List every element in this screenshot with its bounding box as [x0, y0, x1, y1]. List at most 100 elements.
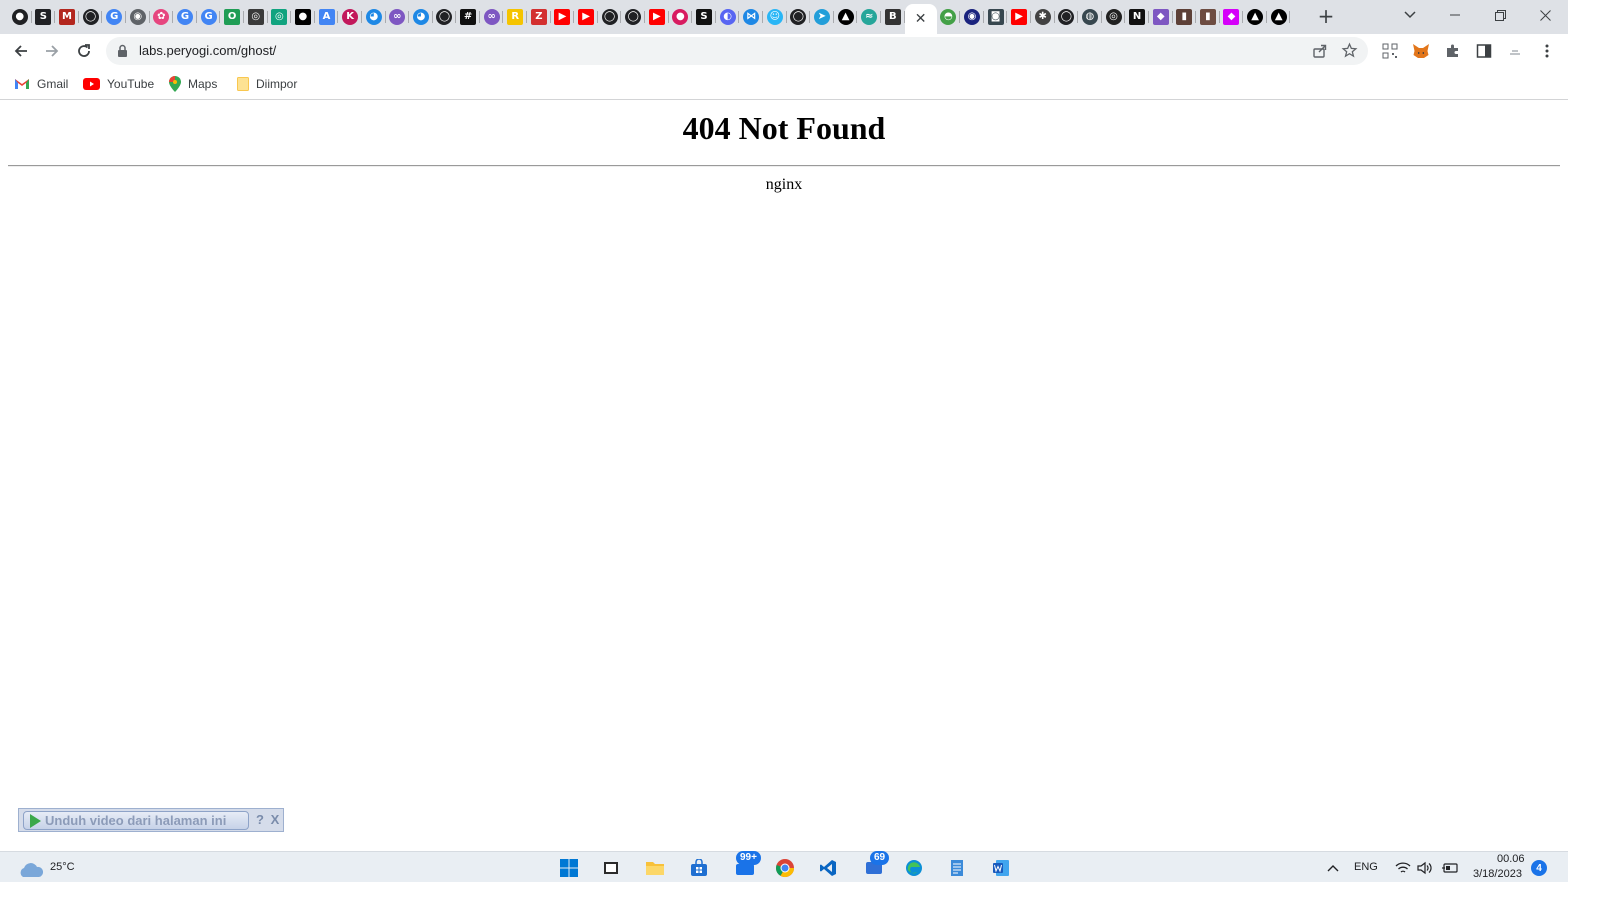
tab[interactable]: ◯: [433, 4, 457, 30]
tab[interactable]: M: [55, 4, 79, 30]
tab[interactable]: ◐: [716, 4, 740, 30]
tab[interactable]: S: [692, 4, 716, 30]
metamask-extension-button[interactable]: [1411, 41, 1431, 61]
taskbar-word[interactable]: [990, 857, 1012, 879]
reload-button[interactable]: [72, 39, 96, 63]
notification-center-button[interactable]: 4: [1531, 860, 1547, 876]
tab[interactable]: ☺: [763, 4, 787, 30]
tab[interactable]: ◯: [1055, 4, 1079, 30]
tab[interactable]: O: [220, 4, 244, 30]
taskbar-app-document[interactable]: [946, 857, 968, 879]
share-icon[interactable]: [1312, 43, 1328, 59]
tab[interactable]: #: [456, 4, 480, 30]
tab-search-button[interactable]: [1390, 0, 1430, 30]
tab[interactable]: ◯: [598, 4, 622, 30]
show-hidden-icons-button[interactable]: [1322, 857, 1344, 879]
tab[interactable]: ∞: [480, 4, 504, 30]
side-panel-button[interactable]: [1474, 41, 1494, 61]
tab[interactable]: ●: [669, 4, 693, 30]
tab[interactable]: ◙: [984, 4, 1008, 30]
download-video-button[interactable]: Unduh video dari halaman ini: [23, 811, 249, 830]
tab[interactable]: ◎: [268, 4, 292, 30]
tab[interactable]: G: [173, 4, 197, 30]
start-button[interactable]: [558, 857, 580, 879]
new-tab-button[interactable]: +: [1316, 5, 1336, 27]
tab[interactable]: ◓: [937, 4, 961, 30]
bookmark-gmail[interactable]: Gmail: [14, 74, 68, 94]
qr-extension-button[interactable]: [1380, 41, 1400, 61]
tab[interactable]: ◆: [1149, 4, 1173, 30]
tab[interactable]: ✱: [1031, 4, 1055, 30]
taskbar-store[interactable]: [688, 857, 710, 879]
taskbar-teams-chat[interactable]: 69: [864, 851, 890, 879]
clock-date[interactable]: 3/18/2023: [1473, 868, 1522, 880]
tab[interactable]: ◕: [409, 4, 433, 30]
tab[interactable]: K: [338, 4, 362, 30]
taskbar-vscode[interactable]: [817, 857, 839, 879]
tab[interactable]: ◍: [1078, 4, 1102, 30]
profile-button[interactable]: [1505, 41, 1525, 61]
weather-widget[interactable]: [18, 859, 44, 881]
bookmark-youtube[interactable]: YouTube: [83, 74, 154, 94]
tab[interactable]: ∞: [386, 4, 410, 30]
tab[interactable]: ▮: [1196, 4, 1220, 30]
tab[interactable]: ◕: [362, 4, 386, 30]
tab[interactable]: ✿: [150, 4, 174, 30]
taskbar-chrome[interactable]: [774, 857, 796, 879]
tab[interactable]: ▲: [1267, 4, 1291, 30]
tab[interactable]: B: [881, 4, 905, 30]
download-help-button[interactable]: ?: [253, 812, 267, 828]
taskbar-edge[interactable]: [903, 857, 925, 879]
tab[interactable]: ▶: [551, 4, 575, 30]
tab[interactable]: ▲: [834, 4, 858, 30]
bookmark-folder-diimpor[interactable]: Diimpor: [237, 74, 297, 94]
tab[interactable]: ◯: [79, 4, 103, 30]
tab[interactable]: ▶: [645, 4, 669, 30]
tab[interactable]: ◉: [126, 4, 150, 30]
tab[interactable]: ▶: [1007, 4, 1031, 30]
tab[interactable]: ▮: [1173, 4, 1197, 30]
tab[interactable]: A: [315, 4, 339, 30]
volume-status[interactable]: [1414, 857, 1436, 879]
tab[interactable]: ◎: [244, 4, 268, 30]
wifi-status[interactable]: [1392, 857, 1414, 879]
tab[interactable]: ◯: [621, 4, 645, 30]
tab[interactable]: ≈: [857, 4, 881, 30]
forward-button[interactable]: [40, 39, 64, 63]
tab[interactable]: ◎: [1102, 4, 1126, 30]
taskbar-mail[interactable]: 99+: [734, 851, 761, 879]
tab[interactable]: Z: [527, 4, 551, 30]
download-close-button[interactable]: X: [268, 812, 282, 828]
close-window-button[interactable]: [1525, 0, 1565, 30]
bookmark-star-icon[interactable]: [1341, 42, 1358, 59]
tab[interactable]: ◯: [787, 4, 811, 30]
back-button[interactable]: [9, 39, 33, 63]
tab[interactable]: ◉: [960, 4, 984, 30]
tab[interactable]: ●: [8, 4, 32, 30]
clock-time[interactable]: 00.06: [1497, 853, 1525, 865]
tab[interactable]: R: [503, 4, 527, 30]
url-text[interactable]: labs.peryogi.com/ghost/: [139, 43, 276, 58]
tab[interactable]: S: [32, 4, 56, 30]
lock-icon[interactable]: [117, 44, 128, 58]
battery-status[interactable]: [1439, 857, 1461, 879]
close-tab-icon[interactable]: ✕: [915, 11, 927, 27]
taskbar-file-explorer[interactable]: [644, 857, 666, 879]
extensions-button[interactable]: [1443, 41, 1463, 61]
tab[interactable]: ▶: [574, 4, 598, 30]
menu-button[interactable]: [1537, 41, 1557, 61]
tab[interactable]: ▲: [1243, 4, 1267, 30]
tab[interactable]: ⋈: [739, 4, 763, 30]
tab[interactable]: G: [197, 4, 221, 30]
taskbar-app-notes[interactable]: [600, 857, 622, 879]
tab-active[interactable]: ✕: [904, 4, 937, 34]
language-indicator[interactable]: ENG: [1354, 861, 1378, 873]
minimize-button[interactable]: [1435, 0, 1475, 30]
tab[interactable]: G: [102, 4, 126, 30]
tab[interactable]: ●: [291, 4, 315, 30]
restore-button[interactable]: [1480, 0, 1520, 30]
tab[interactable]: ◆: [1220, 4, 1244, 30]
tab[interactable]: N: [1125, 4, 1149, 30]
address-bar[interactable]: labs.peryogi.com/ghost/: [106, 37, 1368, 65]
bookmark-maps[interactable]: Maps: [169, 74, 217, 94]
